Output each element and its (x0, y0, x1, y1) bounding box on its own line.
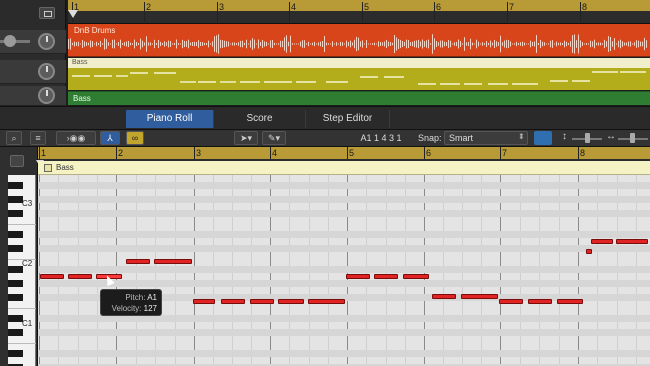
midi-note[interactable] (528, 299, 552, 304)
local-inspector-button[interactable] (10, 155, 24, 167)
track-header-drums[interactable] (0, 30, 66, 54)
bar-number: 2 (118, 148, 124, 158)
bar-number: 2 (146, 2, 152, 12)
settings-sliders-icon[interactable]: ≡ (30, 131, 46, 145)
tab-piano-roll[interactable]: Piano Roll (126, 110, 214, 128)
octave-label: C3 (22, 199, 33, 208)
vertical-zoom-icon: ↕ (562, 131, 567, 142)
track-header-toggle-button[interactable] (39, 7, 55, 19)
position-display: A1 1 4 3 1 (360, 133, 402, 143)
bar-number: 7 (502, 148, 508, 158)
midi-note[interactable] (557, 299, 583, 304)
bar-number: 3 (219, 2, 225, 12)
midi-note[interactable] (374, 274, 398, 279)
snap-select[interactable]: Smart (444, 131, 528, 145)
bar-number: 1 (41, 148, 47, 158)
tooltip-pitch-label: Pitch: (125, 293, 146, 302)
region-header: Bass (68, 58, 650, 68)
cycle-band[interactable] (38, 147, 650, 159)
region-label: Bass (73, 94, 91, 103)
midi-note[interactable] (126, 259, 150, 264)
bar-number: 8 (580, 148, 586, 158)
audio-waveform (68, 34, 647, 54)
pointer-tool-icon[interactable]: ➤▾ (234, 131, 258, 145)
bar-number: 4 (272, 148, 278, 158)
midi-note[interactable] (403, 274, 429, 279)
horizontal-zoom-icon: ↔ (606, 131, 616, 142)
note-info-tooltip: Pitch: A1 Velocity: 127 (100, 289, 162, 316)
region-label: Bass (72, 59, 88, 66)
region-loop-icon (44, 164, 52, 172)
tooltip-pitch-value: A1 (147, 293, 157, 302)
midi-note[interactable] (461, 294, 498, 299)
volume-fader-handle[interactable] (4, 35, 16, 47)
pan-knob[interactable] (38, 33, 55, 50)
octave-label: C1 (22, 319, 33, 328)
midi-note[interactable] (616, 239, 648, 244)
midi-note[interactable] (193, 299, 215, 304)
fit-to-window-icon[interactable] (534, 131, 552, 145)
midi-note[interactable] (499, 299, 523, 304)
cycle-band[interactable] (68, 0, 650, 11)
bar-number: 8 (582, 2, 588, 12)
octave-label: C2 (22, 259, 33, 268)
midi-note[interactable] (154, 259, 192, 264)
midi-note[interactable] (40, 274, 64, 279)
midi-note[interactable] (250, 299, 274, 304)
chevron-updown-icon: ⬍ (518, 132, 525, 141)
tooltip-velocity-label: Velocity: (111, 304, 142, 313)
track-header-column (0, 0, 66, 106)
midi-note[interactable] (68, 274, 92, 279)
editor-tab-bar: Piano Roll Score Step Editor (0, 106, 650, 130)
track-header-bass[interactable] (0, 60, 66, 84)
tab-score[interactable]: Score (214, 110, 306, 128)
region-label: Bass (56, 163, 74, 172)
region-bar[interactable]: Bass (38, 161, 650, 175)
midi-note[interactable] (308, 299, 345, 304)
midi-in-button[interactable]: ›◉◉ (56, 131, 96, 145)
pan-knob[interactable] (38, 63, 55, 80)
bar-number: 6 (436, 2, 442, 12)
midi-note[interactable] (278, 299, 304, 304)
midi-note[interactable] (591, 239, 613, 244)
pencil-tool-icon[interactable]: ✎▾ (262, 131, 286, 145)
piano-keyboard[interactable]: C3 C2 C1 (8, 175, 36, 366)
piano-roll-toolbar: ⌕ ≡ ›◉◉ ⅄ ∞ ➤▾ ✎▾ A1 1 4 3 1 Snap: Smart… (0, 130, 650, 147)
region-bass[interactable]: Bass (68, 58, 650, 90)
midi-notes-preview (72, 71, 646, 85)
vertical-zoom-thumb[interactable] (585, 133, 590, 143)
region-bass-2[interactable]: Bass (68, 91, 650, 105)
midi-note[interactable] (346, 274, 370, 279)
piano-roll-grid[interactable] (38, 175, 650, 366)
tab-step-editor[interactable]: Step Editor (306, 110, 390, 128)
inspector-button[interactable]: ⌕ (6, 131, 22, 145)
bar-number: 6 (426, 148, 432, 158)
midi-note[interactable] (221, 299, 245, 304)
horizontal-zoom-thumb[interactable] (630, 133, 635, 143)
bar-number: 5 (349, 148, 355, 158)
bar-number: 4 (291, 2, 297, 12)
tooltip-velocity-value: 127 (143, 304, 157, 313)
midi-note[interactable] (586, 249, 592, 254)
pan-knob[interactable] (38, 87, 55, 104)
quantize-button[interactable]: ⅄ (100, 131, 120, 145)
track-header-bass2[interactable] (0, 86, 66, 106)
midi-note[interactable] (432, 294, 456, 299)
link-icon[interactable]: ∞ (126, 131, 144, 145)
bar-number: 3 (196, 148, 202, 158)
bar-number: 7 (509, 2, 515, 12)
snap-label: Snap: (418, 133, 442, 143)
region-drums[interactable]: DnB Drums (68, 24, 650, 57)
bar-number: 5 (364, 2, 370, 12)
piano-roll-ruler[interactable]: 1 2 3 4 5 6 7 8 (38, 147, 650, 161)
playhead-icon[interactable] (68, 10, 78, 18)
arrange-ruler[interactable]: 1 2 3 4 5 6 7 8 (68, 0, 650, 24)
